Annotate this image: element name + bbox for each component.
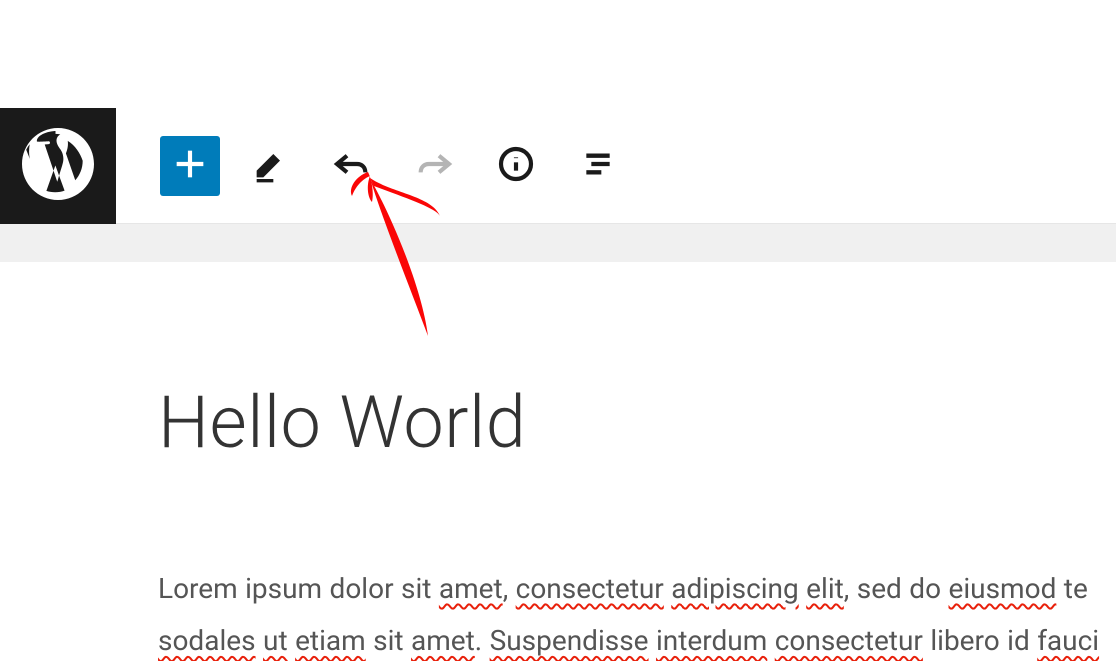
page-background xyxy=(0,224,1116,262)
editor-content-area[interactable]: Hello World Lorem ipsum dolor sit amet, … xyxy=(39,262,1116,661)
details-button[interactable] xyxy=(484,136,548,196)
undo-button[interactable] xyxy=(320,136,384,196)
outline-button[interactable] xyxy=(566,136,630,196)
spellcheck-error: elit xyxy=(806,572,844,605)
undo-icon xyxy=(332,144,372,187)
tools-button[interactable] xyxy=(238,136,302,196)
post-body-paragraph[interactable]: Lorem ipsum dolor sit amet, consectetur … xyxy=(158,563,1116,661)
plus-icon xyxy=(170,144,210,187)
post-title[interactable]: Hello World xyxy=(158,382,1116,465)
editor-toolbar xyxy=(0,108,1116,224)
spellcheck-error: amet xyxy=(439,572,503,605)
spellcheck-error: ut xyxy=(263,624,288,657)
spellcheck-error: consectetur xyxy=(516,572,664,605)
spellcheck-error: adipiscing xyxy=(671,572,798,605)
spellcheck-error: etiam xyxy=(295,624,366,657)
spellcheck-error: amet xyxy=(411,624,475,657)
spellcheck-error: Suspendisse xyxy=(490,624,649,657)
list-icon xyxy=(578,144,618,187)
spellcheck-error: fauci xyxy=(1037,624,1099,657)
spellcheck-error: sodales xyxy=(158,624,256,657)
spellcheck-error: eiusmod xyxy=(949,572,1057,605)
redo-button[interactable] xyxy=(402,136,466,196)
redo-icon xyxy=(414,144,454,187)
spellcheck-error: consectetur xyxy=(775,624,923,657)
wordpress-icon xyxy=(22,128,94,204)
info-icon xyxy=(496,144,536,187)
add-block-button[interactable] xyxy=(160,136,220,196)
spellcheck-error: interdum xyxy=(656,624,767,657)
wordpress-logo-button[interactable] xyxy=(0,108,116,224)
pencil-icon xyxy=(250,144,290,187)
